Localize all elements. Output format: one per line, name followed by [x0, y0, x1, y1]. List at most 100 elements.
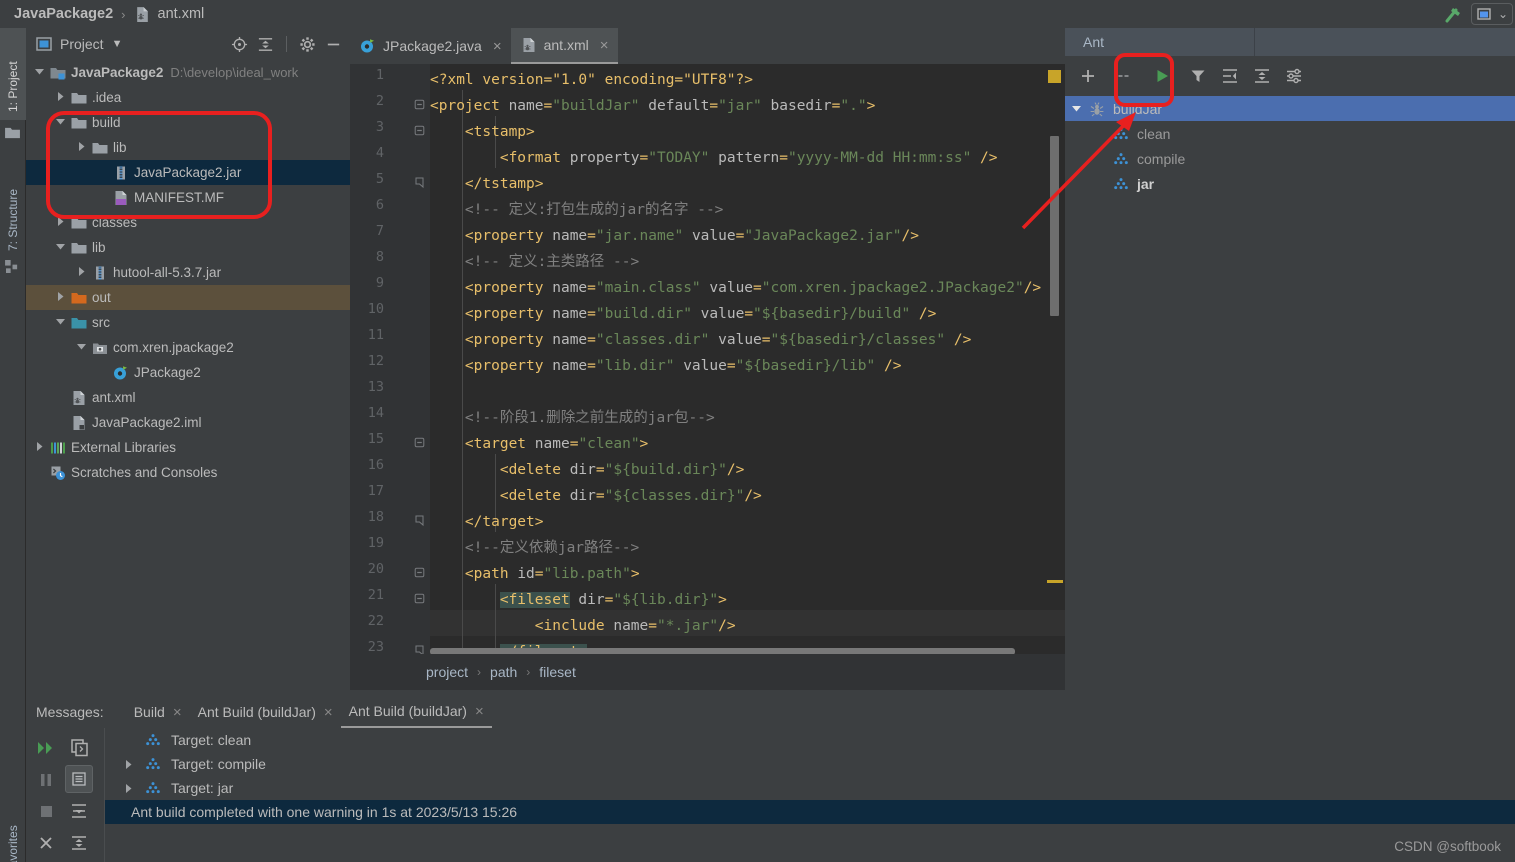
tree-item--idea[interactable]: .idea — [26, 85, 350, 110]
tree-item-lib[interactable]: lib — [26, 235, 350, 260]
ant-tree-item-buildjar[interactable]: buildJar — [1065, 96, 1515, 121]
tab-ant[interactable]: Ant — [1065, 28, 1255, 56]
message-row[interactable]: Target: compile — [105, 752, 1515, 776]
tree-item-javapackage2-jar[interactable]: JavaPackage2.jar — [26, 160, 350, 185]
tree-item-src[interactable]: src — [26, 310, 350, 335]
tree-toggle-right-icon[interactable] — [55, 216, 68, 229]
code-line[interactable]: <path id="lib.path"> — [430, 561, 640, 587]
settings-gear-icon[interactable] — [299, 36, 316, 53]
stop-button[interactable] — [32, 797, 60, 825]
code-fold-toggle[interactable] — [414, 99, 425, 110]
tree-toggle-right-icon[interactable] — [55, 91, 68, 104]
project-tree[interactable]: JavaPackage2 D:\develop\ideal_work .idea bu… — [26, 60, 350, 672]
sidebar-item-structure[interactable]: 7: Structure — [0, 154, 26, 259]
tree-item-manifest-mf[interactable]: MANIFEST.MF — [26, 185, 350, 210]
hide-panel-icon[interactable] — [325, 36, 342, 53]
code-line[interactable]: <property name="classes.dir" value="${ba… — [430, 327, 971, 353]
code-line[interactable]: <?xml version="1.0" encoding="UTF8"?… — [430, 67, 753, 93]
tree-toggle-right-icon[interactable] — [76, 266, 89, 279]
rerun-button[interactable] — [32, 734, 60, 762]
code-line[interactable]: <tstamp> — [430, 119, 535, 145]
editor-tab-ant-xml[interactable]: ant.xml × — [511, 28, 618, 64]
ant-tree-item-compile[interactable]: compile — [1065, 146, 1515, 171]
code-line[interactable]: <!-- 定义:主类路径 --> — [430, 249, 639, 275]
message-row[interactable]: Target: clean — [105, 728, 1515, 752]
code-line[interactable]: </target> — [430, 509, 544, 535]
run-build-button[interactable] — [1153, 67, 1171, 85]
tree-toggle-down-icon[interactable] — [55, 241, 68, 254]
tree-item-hutool-all-5-3-7-jar[interactable]: hutool-all-5.3.7.jar — [26, 260, 350, 285]
breadcrumb[interactable]: project › path › fileset — [350, 654, 1065, 690]
messages-tab-0[interactable]: Build × — [126, 696, 190, 728]
tree-toggle-down-icon[interactable] — [34, 66, 47, 79]
code-line[interactable]: <property name="main.class" value="com.x… — [430, 275, 1041, 301]
code-line[interactable]: <property name="build.dir" value="${base… — [430, 301, 936, 327]
close-icon[interactable]: × — [600, 37, 609, 54]
tree-item-out[interactable]: out — [26, 285, 350, 310]
tree-item-javapackage2[interactable]: JavaPackage2 D:\develop\ideal_work — [26, 60, 350, 85]
close-icon[interactable]: × — [475, 703, 484, 720]
sidebar-item-favorites[interactable]: 2: Favorites — [0, 833, 26, 862]
code-text[interactable]: <?xml version="1.0" encoding="UTF8"?… — [430, 64, 1065, 654]
tree-toggle-right-icon[interactable] — [34, 441, 47, 454]
editor-tab-bar[interactable]: JPackage2.java × ant.xml × — [350, 28, 1065, 64]
messages-tabs[interactable]: Build × Ant Build (buildJar) × Ant Build (bu… — [126, 696, 492, 728]
code-line[interactable]: <property name="jar.name" value="JavaPac… — [430, 223, 919, 249]
breadcrumb-project[interactable]: JavaPackage2 — [14, 6, 113, 22]
tree-item-jpackage2[interactable]: JPackage2 — [26, 360, 350, 385]
sidebar-item-project[interactable]: 1: Project — [0, 28, 26, 120]
message-row[interactable]: Target: jar — [105, 776, 1515, 800]
code-fold-toggle[interactable] — [414, 593, 425, 604]
close-icon[interactable]: × — [173, 704, 182, 721]
copy-button[interactable] — [66, 734, 94, 762]
ant-tree-item-clean[interactable]: clean — [1065, 121, 1515, 146]
code-fold-toggle[interactable] — [414, 125, 425, 136]
code-line[interactable]: </tstamp> — [430, 171, 544, 197]
build-hammer-icon[interactable] — [1437, 0, 1471, 28]
code-line[interactable]: <format property="TODAY" pattern="yyyy-M… — [430, 145, 998, 171]
add-build-file-button[interactable] — [1079, 67, 1097, 85]
collapse-all-icon[interactable] — [257, 36, 274, 53]
tree-item-external-libraries[interactable]: External Libraries — [26, 435, 350, 460]
tree-toggle-right-icon[interactable] — [123, 758, 135, 770]
close-button[interactable] — [32, 829, 60, 857]
breadcrumb-file[interactable]: ant.xml — [158, 6, 205, 22]
code-fold-toggle[interactable] — [414, 515, 425, 526]
code-line[interactable]: <fileset dir="${lib.dir}"> — [430, 587, 727, 613]
properties-button[interactable] — [1285, 67, 1303, 85]
remove-build-file-button[interactable] — [1115, 67, 1133, 85]
locate-icon[interactable] — [231, 36, 248, 53]
editor-vertical-scrollbar[interactable] — [1050, 136, 1059, 316]
messages-tab-1[interactable]: Ant Build (buildJar) × — [190, 696, 341, 728]
code-line[interactable]: <delete dir="${classes.dir}"/> — [430, 483, 762, 509]
tree-toggle-down-icon[interactable] — [76, 341, 89, 354]
code-editor[interactable]: 1 2 3 4 5 6 7 8 9 10 11 12 13 14 15 16 17 18 19 20 21 22 23 <?… — [350, 64, 1065, 654]
collapse-all-button[interactable] — [65, 829, 93, 857]
tree-item-scratches-and-consoles[interactable]: Scratches and Consoles — [26, 460, 350, 485]
editor-tab-jpackage2-java[interactable]: JPackage2.java × — [350, 28, 511, 64]
tree-item-javapackage2-iml[interactable]: JavaPackage2.iml — [26, 410, 350, 435]
code-fold-toggle[interactable] — [414, 177, 425, 188]
code-line[interactable]: <!-- 定义:打包生成的jar的名字 --> — [430, 197, 723, 223]
ant-tree-item-jar[interactable]: jar — [1065, 171, 1515, 196]
code-line[interactable]: <delete dir="${build.dir}"/> — [430, 457, 744, 483]
tree-toggle-down-icon[interactable] — [55, 116, 68, 129]
code-line[interactable]: <!--定义依赖jar路径--> — [430, 535, 639, 561]
tree-toggle-right-icon[interactable] — [76, 141, 89, 154]
next-occurrence-button[interactable] — [65, 797, 93, 825]
breadcrumb-item-path[interactable]: path — [490, 664, 517, 680]
messages-output[interactable]: Target: clean Target: compile Target: jar A… — [104, 728, 1515, 862]
editor-gutter[interactable]: 1 2 3 4 5 6 7 8 9 10 11 12 13 14 15 16 17 18 19 20 21 22 23 — [350, 64, 430, 654]
chevron-down-icon[interactable]: ▼ — [112, 38, 123, 50]
expand-all-button[interactable] — [1221, 67, 1239, 85]
error-stripe-warning[interactable] — [1048, 70, 1061, 83]
code-line[interactable]: <target name="clean"> — [430, 431, 648, 457]
code-fold-toggle[interactable] — [414, 645, 425, 654]
ant-targets-tree[interactable]: buildJar clean compile jar — [1065, 96, 1515, 690]
tree-item-lib[interactable]: lib — [26, 135, 350, 160]
close-icon[interactable]: × — [493, 38, 502, 55]
code-line[interactable]: <!--阶段1.删除之前生成的jar包--> — [430, 405, 715, 431]
tree-item-com-xren-jpackage2[interactable]: com.xren.jpackage2 — [26, 335, 350, 360]
tree-item-build[interactable]: build — [26, 110, 350, 135]
tree-toggle-down-icon[interactable] — [55, 316, 68, 329]
